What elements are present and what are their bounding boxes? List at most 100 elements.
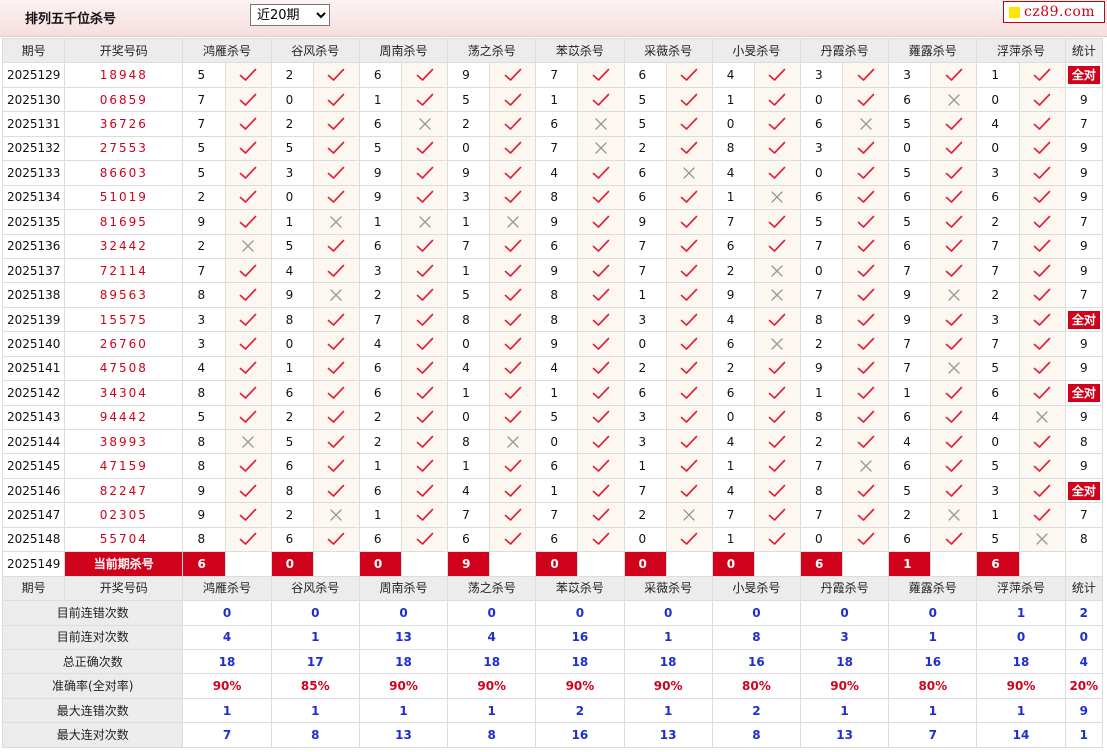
table-row: 2025130 06859 7 0 1 5 1 5 1 0 6 0 9	[1, 86, 1104, 113]
result-cell	[842, 380, 890, 406]
draw-number-cell: 15575	[64, 306, 184, 333]
stat-cell: 7	[1064, 282, 1104, 308]
kill-number-cell: 3	[182, 306, 226, 333]
kill-number-cell: 2	[799, 331, 844, 357]
kill-number-cell: 6	[888, 526, 932, 553]
check-icon	[327, 117, 345, 130]
kill-number-cell: 3	[270, 160, 314, 186]
check-icon	[239, 166, 257, 179]
kill-number-cell: 3	[976, 306, 1020, 333]
current-blank-cell	[842, 551, 890, 577]
result-cell	[665, 111, 713, 137]
draw-number-cell: 81695	[64, 209, 184, 235]
result-cell	[224, 62, 272, 88]
check-icon	[857, 288, 874, 301]
kill-number-cell: 9	[182, 502, 226, 528]
check-icon	[239, 410, 257, 424]
summary-stat-value: 4	[1064, 648, 1104, 675]
check-icon	[592, 484, 610, 497]
draw-number-cell: 47508	[64, 355, 184, 382]
full-correct-badge: 全对	[1067, 383, 1100, 402]
kill-number-cell: 5	[799, 209, 844, 235]
result-cell	[665, 282, 713, 308]
draw-number-cell: 89563	[64, 282, 184, 308]
summary-value: 14	[976, 722, 1066, 748]
result-cell	[224, 526, 272, 553]
check-icon	[680, 264, 698, 277]
result-cell	[1018, 380, 1066, 406]
draw-number-cell: 32442	[64, 233, 184, 259]
result-cell	[930, 331, 978, 357]
kill-number-cell: 8	[535, 282, 579, 308]
result-cell	[224, 306, 272, 333]
current-blank-cell	[577, 551, 625, 577]
result-cell	[842, 111, 890, 137]
kill-number-cell: 9	[535, 257, 579, 284]
kill-number-cell: 6	[358, 233, 402, 259]
result-cell	[312, 160, 360, 186]
check-icon	[945, 435, 963, 448]
summary-value: 90%	[623, 673, 713, 699]
result-cell	[665, 331, 713, 357]
site-logo[interactable]: cz89.com	[1003, 1, 1105, 23]
kill-number-cell: 9	[270, 282, 314, 308]
result-cell	[577, 428, 625, 455]
summary-value: 16	[535, 722, 625, 748]
kill-number-cell: 9	[888, 282, 932, 308]
check-icon	[239, 142, 257, 155]
current-kill-number: 0	[270, 551, 314, 577]
result-cell	[312, 306, 360, 333]
cross-icon	[242, 240, 254, 252]
range-select[interactable]: 近20期	[250, 4, 330, 26]
summary-value: 0	[799, 600, 890, 626]
result-cell	[930, 282, 978, 308]
col-header-forecaster: 周南杀号	[358, 575, 449, 602]
result-cell	[224, 404, 272, 431]
kill-number-cell: 8	[447, 306, 491, 333]
kill-number-cell: 5	[976, 526, 1020, 553]
check-icon	[504, 484, 522, 497]
result-cell	[842, 526, 890, 553]
check-icon	[769, 93, 786, 106]
check-icon	[239, 386, 257, 399]
check-icon	[592, 166, 610, 179]
summary-label: 总正确次数	[1, 648, 184, 675]
result-cell	[842, 257, 890, 284]
summary-value: 16	[888, 648, 978, 675]
kill-number-cell: 9	[888, 306, 932, 333]
check-icon	[327, 533, 345, 546]
kill-number-cell: 1	[447, 380, 491, 406]
summary-value: 80%	[888, 673, 978, 699]
kill-number-cell: 6	[535, 111, 579, 137]
stat-cell: 9	[1064, 404, 1104, 431]
kill-number-cell: 8	[182, 380, 226, 406]
check-icon	[769, 362, 786, 375]
kill-number-cell: 1	[447, 453, 491, 479]
kill-number-cell: 8	[270, 477, 314, 504]
cross-icon	[948, 362, 960, 375]
kill-number-cell: 4	[270, 257, 314, 284]
kill-number-cell: 6	[447, 526, 491, 553]
col-header-stat: 统计	[1064, 575, 1104, 602]
result-cell	[400, 111, 449, 137]
check-icon	[1033, 239, 1051, 253]
table-row: 2025148 55704 8 6 6 6 6 0 1 0 6 5 8	[1, 526, 1104, 553]
result-cell	[400, 86, 449, 113]
check-icon	[945, 239, 963, 253]
summary-value: 18	[623, 648, 713, 675]
table-header-row: 期号 开奖号码 鸿雁杀号 谷风杀号 周南杀号 荡之杀号 苯苡杀号 采薇杀号 小旻杀号 丹霞杀号 蕹露…	[1, 37, 1104, 64]
check-icon	[680, 142, 698, 155]
cross-icon	[418, 216, 431, 228]
kill-number-cell: 0	[623, 331, 667, 357]
summary-value: 8	[270, 722, 360, 748]
kill-number-cell: 5	[888, 160, 932, 186]
cross-icon	[595, 142, 607, 155]
kill-number-cell: 6	[888, 86, 932, 113]
kill-number-cell: 4	[535, 355, 579, 382]
kill-number-cell: 1	[711, 526, 755, 553]
result-cell	[577, 404, 625, 431]
result-cell	[753, 135, 801, 162]
kill-number-cell: 6	[711, 331, 755, 357]
draw-number-cell: 55704	[64, 526, 184, 553]
kill-number-cell: 1	[535, 477, 579, 504]
